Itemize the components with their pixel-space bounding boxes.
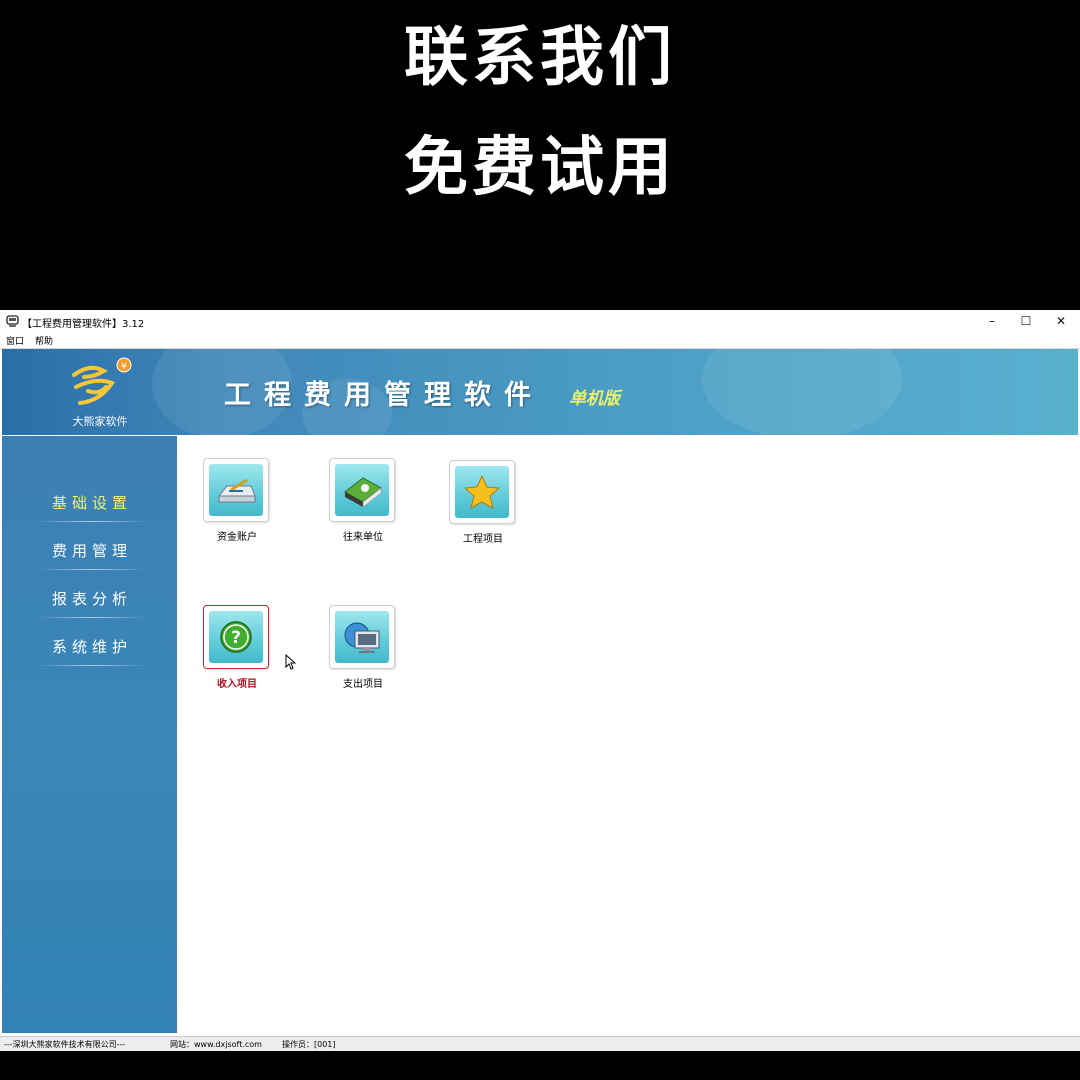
maximize-button[interactable]: ☐: [1009, 310, 1043, 332]
sidebar-item-fee-management[interactable]: 费用管理: [37, 540, 147, 570]
menu-window[interactable]: 窗口: [6, 334, 24, 347]
tile-engineering-projects[interactable]: 工程项目: [423, 460, 543, 550]
header-banner: ¥ 大熊家软件 工程费用管理软件 单机版: [2, 349, 1078, 435]
tile-income-items[interactable]: ? 收入项目: [177, 605, 297, 695]
sidebar-nav: 基础设置 费用管理 报表分析 系统维护: [2, 436, 177, 1033]
status-website: 网站：www.dxjsoft.com: [170, 1040, 262, 1049]
edition-label: 单机版: [569, 389, 620, 409]
tile-label: 支出项目: [343, 679, 383, 690]
money-tray-icon: [209, 464, 263, 516]
tile-frame: [329, 458, 395, 522]
sidebar-item-label: 报表分析: [51, 590, 132, 608]
promo-contact-us: 联系我们: [404, 21, 676, 95]
tile-frame: [449, 460, 515, 524]
sidebar-item-report-analysis[interactable]: 报表分析: [37, 588, 147, 618]
svg-text:¥: ¥: [121, 362, 127, 372]
window-title: 【工程费用管理软件】3.12: [22, 319, 145, 330]
tile-frame: ?: [203, 605, 269, 669]
app-title: 工程费用管理软件: [224, 380, 544, 411]
tile-fund-account[interactable]: 资金账户: [177, 458, 297, 548]
menu-help[interactable]: 帮助: [35, 334, 53, 347]
sidebar-item-label: 系统维护: [51, 638, 132, 656]
close-button[interactable]: ✕: [1044, 310, 1078, 332]
tile-label: 往来单位: [343, 532, 383, 543]
divider: [37, 665, 147, 666]
tile-label: 工程项目: [463, 534, 503, 545]
app-window: 【工程费用管理软件】3.12 – ☐ ✕ 窗口 帮助 ¥ 大熊家软件 工程费用管…: [0, 310, 1080, 1051]
status-operator: 操作员：[001]: [282, 1040, 336, 1049]
menu-bar: 窗口 帮助: [0, 332, 1080, 349]
sidebar-item-basic-settings[interactable]: 基础设置: [37, 492, 147, 522]
sidebar-item-label: 费用管理: [51, 542, 132, 560]
contacts-book-icon: [335, 464, 389, 516]
divider: [37, 569, 147, 570]
status-company: ---深圳大熊家软件技术有限公司---: [4, 1040, 126, 1049]
app-icon: [6, 315, 19, 327]
tile-expense-items[interactable]: 支出项目: [303, 605, 423, 695]
tile-partner-units[interactable]: 往来单位: [303, 458, 423, 548]
help-question-icon: ?: [209, 611, 263, 663]
main-content: 资金账户 往来单位 工程项目 ? 收入项目 支出项目: [177, 436, 1078, 1033]
tile-label: 收入项目: [217, 679, 257, 690]
svg-text:?: ?: [231, 628, 241, 648]
status-bar: ---深圳大熊家软件技术有限公司--- 网站：www.dxjsoft.com 操…: [0, 1036, 1080, 1051]
logo-mark-icon: ¥: [72, 357, 132, 405]
computer-globe-icon: [335, 611, 389, 663]
divider: [37, 521, 147, 522]
promo-free-trial: 免费试用: [404, 131, 676, 205]
sidebar-item-system-maintenance[interactable]: 系统维护: [37, 636, 147, 666]
mouse-cursor-icon: [285, 654, 297, 670]
tile-label: 资金账户: [217, 532, 257, 543]
title-bar: 【工程费用管理软件】3.12 – ☐ ✕: [0, 310, 1080, 332]
star-icon: [455, 466, 509, 518]
divider: [37, 617, 147, 618]
tile-frame: [329, 605, 395, 669]
logo-text: 大熊家软件: [72, 415, 128, 428]
minimize-button[interactable]: –: [975, 310, 1009, 332]
tile-frame: [203, 458, 269, 522]
sidebar-item-label: 基础设置: [51, 494, 132, 512]
company-logo: ¥ 大熊家软件: [60, 355, 140, 431]
